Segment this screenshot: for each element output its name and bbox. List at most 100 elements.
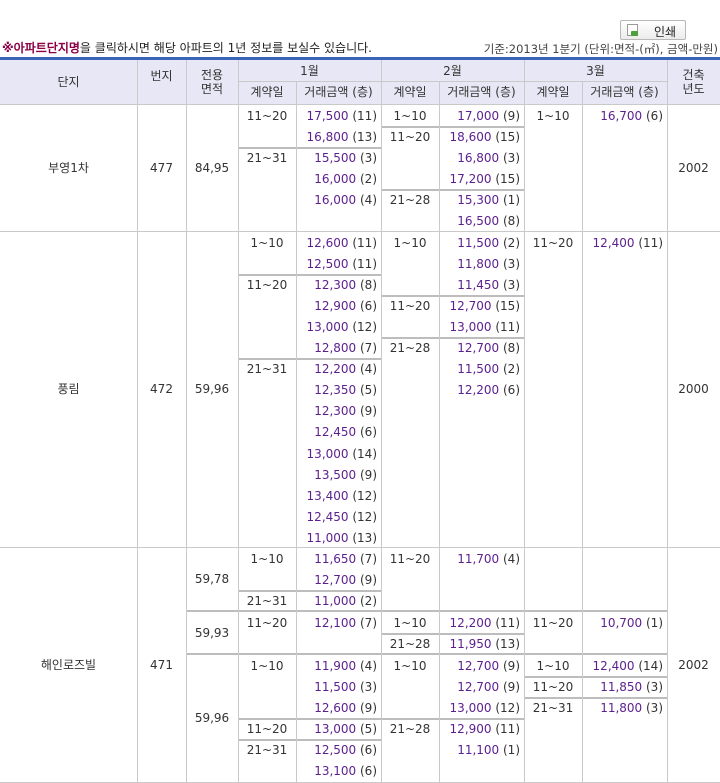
trade-amount: 17,000: [457, 109, 500, 123]
complex-name-link[interactable]: 풍림: [0, 379, 137, 400]
trade-floor: (6): [356, 425, 377, 440]
print-button-label: 인쇄: [654, 25, 677, 39]
trade-amount: 12,400: [592, 236, 635, 250]
contract-day-value: 1~10: [250, 552, 284, 566]
trade-floor: (15): [491, 130, 520, 145]
trade-amount: 16,500: [457, 214, 500, 229]
trade-price-row: 12,500 (6): [296, 740, 377, 761]
trade-amount: 11,900: [314, 659, 357, 673]
body-col-line: [381, 104, 382, 782]
trade-amount: 12,100: [314, 616, 357, 630]
trade-floor: (2): [499, 236, 520, 250]
trade-floor: (11): [348, 109, 377, 123]
built-year-value: 2000: [678, 382, 709, 396]
col-header-month-3: 3월: [586, 64, 605, 78]
trade-price-row: 12,500 (11): [296, 254, 377, 275]
contract-day-value: 11~20: [532, 680, 574, 695]
trade-price-row: 11,850 (3): [582, 677, 663, 698]
trade-floor: (6): [356, 299, 377, 314]
trade-price-row: 11,000 (13): [296, 528, 377, 549]
trade-price-row: 12,900 (6): [296, 296, 377, 317]
contract-day-value: 11~20: [246, 722, 288, 737]
trade-amount: 12,600: [306, 236, 349, 250]
print-button[interactable]: 인쇄: [620, 20, 686, 40]
contract-day-value: 11~20: [246, 616, 288, 630]
beonji-value: 471: [150, 657, 173, 672]
contract-day-value: 21~28: [389, 341, 431, 356]
trade-floor: (12): [348, 320, 377, 335]
trade-floor: (12): [348, 509, 377, 524]
trade-floor: (3): [642, 701, 663, 716]
contract-day-value: 11~20: [532, 616, 574, 630]
trade-price-row: 12,400 (14): [582, 656, 663, 677]
header-col-line: [186, 60, 187, 104]
trade-price-row: 12,400 (11): [582, 233, 663, 254]
trade-price-row: 11,100 (1): [439, 740, 520, 761]
trade-floor: (3): [356, 151, 377, 166]
contract-day-value: 21~31: [246, 362, 288, 377]
trade-price-row: 11,800 (3): [582, 698, 663, 719]
trade-floor: (15): [491, 172, 520, 187]
col-header-danji: 단지: [57, 75, 80, 89]
contract-day-value: 1~10: [393, 616, 427, 630]
col-header-price: 거래금액 (층): [304, 85, 373, 99]
trade-floor: (9): [499, 659, 520, 673]
header-divider: [238, 81, 667, 82]
trade-price-row: 12,700 (9): [439, 677, 520, 698]
trade-amount: 12,200: [457, 383, 500, 398]
trade-floor: (13): [348, 530, 377, 545]
trade-amount: 11,000: [306, 530, 349, 545]
trade-amount: 15,500: [314, 151, 357, 166]
col-header-price: 거래금액 (층): [590, 85, 659, 99]
header-col-line: [524, 60, 525, 104]
complex-divider: [0, 231, 720, 232]
trade-price-row: 11,700 (4): [439, 549, 520, 570]
trade-amount: 12,700: [457, 659, 500, 673]
trade-floor: (12): [491, 701, 520, 716]
trade-amount: 13,000: [449, 701, 492, 716]
col-header-month-1: 1월: [300, 64, 319, 78]
trade-price-row: 12,300 (9): [296, 401, 377, 422]
built-year-value: 2002: [678, 657, 709, 672]
trade-amount: 12,700: [457, 341, 500, 356]
trade-price-row: 12,600 (11): [296, 233, 377, 254]
trade-floor: (4): [499, 552, 520, 566]
print-icon: [627, 24, 638, 36]
trade-floor: (6): [642, 109, 663, 123]
contract-day-value: 21~28: [389, 637, 431, 652]
trade-floor: (2): [356, 594, 377, 609]
trade-floor: (11): [634, 236, 663, 250]
header-col-line: [381, 60, 382, 104]
contract-day-value: 1~10: [536, 109, 570, 123]
body-col-line: [439, 104, 440, 782]
col-header-area: 전용 면적: [200, 68, 224, 96]
trade-price-row: 17,500 (11): [296, 106, 377, 127]
trade-price-row: 12,200 (11): [439, 613, 520, 634]
trade-floor: (3): [499, 151, 520, 166]
trade-amount: 17,500: [306, 109, 349, 123]
trade-floor: (8): [499, 341, 520, 356]
trade-price-row: 12,350 (5): [296, 380, 377, 401]
trade-amount: 17,200: [449, 172, 492, 187]
trade-amount: 12,350: [314, 383, 357, 398]
trade-amount: 12,200: [314, 362, 357, 377]
header-col-line: [667, 60, 668, 104]
trade-amount: 11,950: [449, 637, 492, 652]
area-value: 84,95: [194, 160, 230, 175]
col-header-contract-day: 계약일: [250, 85, 284, 99]
trade-floor: (4): [356, 659, 377, 673]
col-header-built: 건축 년도: [682, 68, 705, 96]
trade-price-row: 12,700 (9): [296, 570, 377, 591]
area-value: 59,96: [194, 382, 230, 396]
contract-day-value: 11~20: [246, 109, 288, 123]
header-col-line: [137, 60, 138, 104]
trade-floor: (11): [491, 616, 520, 630]
trade-floor: (9): [499, 680, 520, 695]
trade-price-row: 11,900 (4): [296, 656, 377, 677]
trade-amount: 12,300: [314, 278, 357, 293]
trade-amount: 16,800: [306, 130, 349, 145]
complex-name-link[interactable]: 해인로즈빌: [0, 655, 137, 676]
trade-price-row: 12,900 (11): [439, 719, 520, 740]
complex-name-link[interactable]: 부영1차: [0, 158, 137, 179]
trade-price-row: 17,200 (15): [439, 169, 520, 190]
